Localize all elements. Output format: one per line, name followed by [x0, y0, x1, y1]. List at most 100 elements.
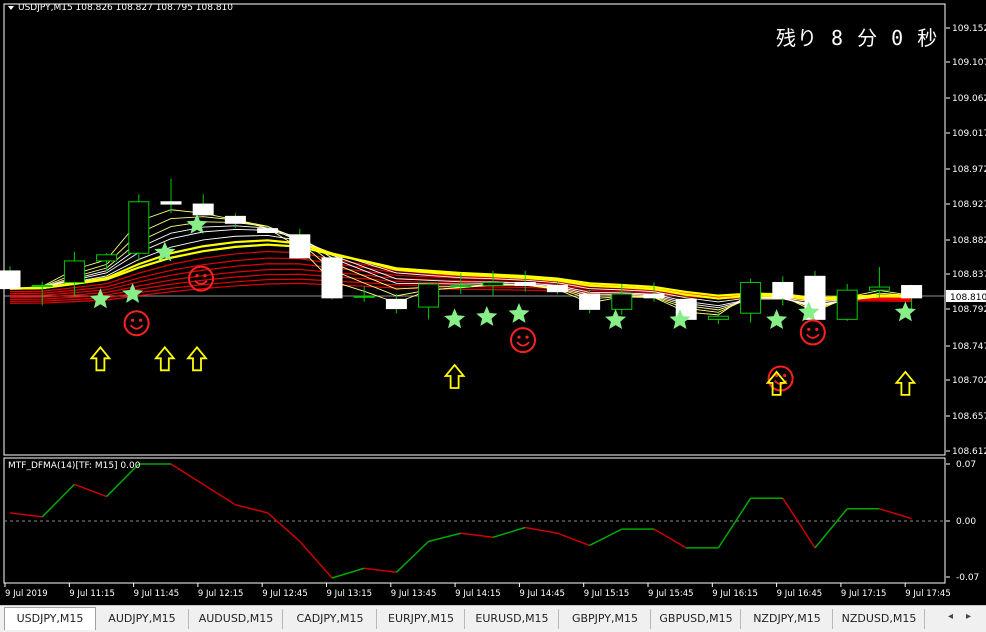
smiley-mouth — [516, 341, 530, 347]
symbol-tab[interactable]: CADJPY,M15 — [284, 609, 377, 629]
indicator-segment — [814, 508, 848, 549]
price-tick-label: 108.612 — [952, 447, 986, 457]
symbol-tab[interactable]: AUDUSD,M15 — [190, 609, 283, 629]
star-signal-icon — [508, 303, 530, 323]
symbol-tab[interactable]: USDJPY,M15 — [4, 607, 96, 630]
indicator-tick-label: 0.00 — [956, 517, 976, 527]
up-arrow-signal-icon — [443, 363, 466, 389]
candle-body — [546, 285, 568, 293]
indicator-segment — [364, 567, 397, 574]
candle-body — [901, 285, 923, 299]
candle-body — [450, 285, 472, 288]
candle-body — [836, 289, 858, 320]
tab-scroll-left-icon[interactable]: ◂ — [948, 611, 953, 622]
candle-body — [192, 203, 214, 216]
indicator-segment — [170, 463, 204, 485]
time-tick-label: 9 Jul 13:15 — [327, 589, 373, 599]
candle-body — [772, 281, 794, 299]
indicator-segment — [202, 483, 236, 506]
time-tick-label: 9 Jul 16:45 — [777, 589, 823, 599]
candle-body — [0, 270, 21, 290]
time-tick-label: 9 Jul 15:45 — [648, 589, 694, 599]
price-tick-label: 108.837 — [952, 270, 986, 280]
candle-body — [224, 215, 246, 224]
indicator-segment — [267, 512, 301, 542]
time-tick-label: 9 Jul 11:15 — [69, 589, 115, 599]
indicator-segment — [41, 483, 75, 518]
candle-body — [579, 293, 601, 310]
time-tick-label: 9 Jul 14:45 — [519, 589, 565, 599]
price-chart[interactable]: 109.152 109.107 109.062 109.017 108.972 108.9… — [0, 0, 986, 605]
smiley-eye — [195, 274, 199, 278]
smiley-eye — [783, 373, 787, 378]
indicator-segment — [525, 526, 558, 534]
price-tick-label: 109.107 — [952, 58, 986, 68]
candle-body — [418, 283, 440, 308]
collapse-triangle-icon[interactable] — [8, 5, 14, 10]
candle-body — [482, 281, 504, 287]
price-tick-label: 108.972 — [952, 165, 986, 175]
time-tick-label: 9 Jul 14:15 — [455, 589, 501, 599]
time-tick-label: 9 Jul 12:45 — [262, 589, 308, 599]
symbol-tab-bar: USDJPY,M15 AUDJPY,M15 AUDUSD,M15 CADJPY,M15… — [0, 605, 986, 632]
tab-scroll-right-icon[interactable]: ▸ — [966, 611, 971, 622]
chart-canvas[interactable]: 109.152 109.107 109.062 109.017 108.972 108.9… — [0, 0, 986, 605]
symbol-tab[interactable]: EURUSD,M15 — [466, 609, 559, 629]
indicator-segment — [589, 528, 623, 547]
price-tick-label: 108.792 — [952, 305, 986, 315]
up-arrow-signal-icon — [153, 345, 176, 372]
up-arrow-signal-icon — [89, 345, 112, 372]
indicator-segment — [395, 540, 430, 573]
candle-body — [353, 295, 375, 298]
candle-body — [289, 234, 311, 259]
candle-body — [611, 293, 633, 310]
chart-title: USDJPY,M15 108.826 108.827 108.795 108.8… — [8, 3, 233, 13]
candle-body — [385, 298, 407, 310]
candle-body — [707, 315, 729, 320]
symbol-tab[interactable]: AUDJPY,M15 — [96, 609, 189, 629]
time-tick-label: 9 Jul 17:15 — [841, 589, 887, 599]
indicator-segment — [299, 540, 333, 579]
smiley-mouth — [129, 324, 144, 330]
indicator-segment — [460, 532, 494, 539]
symbol-tab[interactable]: NZDJPY,M15 — [742, 609, 833, 629]
time-tick-label: 9 Jul 13:45 — [391, 589, 437, 599]
time-tick-label: 9 Jul 17:45 — [905, 589, 951, 599]
smiley-eye — [815, 327, 819, 332]
current-price-label: 108.810 — [950, 293, 986, 303]
candle-body — [740, 281, 762, 314]
smiley-eye — [131, 318, 135, 322]
time-tick-label: 9 Jul 16:15 — [712, 589, 758, 599]
star-signal-icon — [444, 308, 466, 329]
candle-body — [160, 201, 182, 205]
smiley-mouth — [806, 333, 820, 339]
candle-body — [514, 281, 536, 287]
smiley-eye — [525, 335, 529, 339]
up-arrow-signal-icon — [894, 370, 917, 396]
indicator-segment — [653, 528, 687, 549]
candle-body — [321, 257, 343, 299]
candle-body — [868, 286, 890, 291]
indicator-segment — [74, 483, 107, 498]
price-tick-label: 109.152 — [952, 24, 986, 34]
smiley-eye — [807, 327, 811, 332]
price-tick-label: 108.882 — [952, 236, 986, 246]
price-tick-label: 109.017 — [952, 129, 986, 139]
star-signal-icon — [894, 301, 916, 322]
price-tick-label: 108.927 — [952, 200, 986, 210]
symbol-tab[interactable]: GBPUSD,M15 — [652, 609, 741, 629]
symbol-tab[interactable]: GBPJPY,M15 — [560, 609, 651, 629]
time-tick-label: 9 Jul 12:15 — [198, 589, 244, 599]
indicator-segment — [331, 567, 365, 579]
star-signal-icon — [766, 309, 788, 329]
smiley-signal-icon — [799, 319, 826, 346]
symbol-tab[interactable]: EURJPY,M15 — [378, 609, 465, 629]
candle-body — [128, 201, 150, 254]
price-tick-label: 109.062 — [952, 94, 986, 104]
symbol-tab[interactable]: NZDUSD,M15 — [834, 609, 925, 629]
smiley-eye — [517, 335, 521, 339]
price-tick-label: 108.747 — [952, 342, 986, 352]
smiley-eye — [203, 274, 207, 278]
smiley-signal-icon — [510, 327, 536, 354]
indicator-segment — [9, 512, 43, 518]
